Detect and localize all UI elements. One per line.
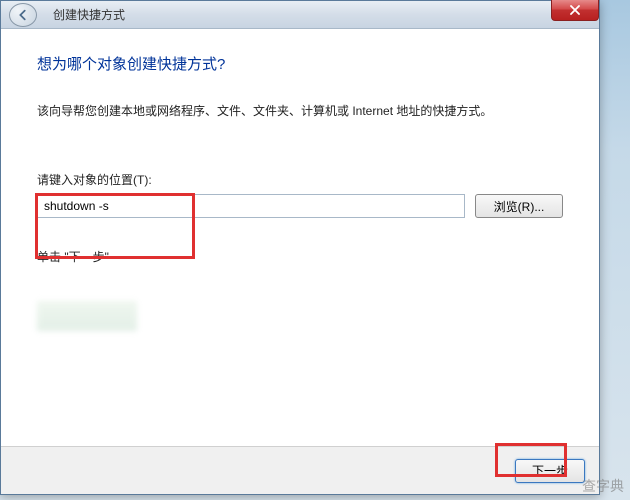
- titlebar: 创建快捷方式: [1, 1, 599, 29]
- browse-button[interactable]: 浏览(R)...: [475, 194, 563, 218]
- button-bar: 下一步: [1, 446, 599, 494]
- content-area: 想为哪个对象创建快捷方式? 该向导帮您创建本地或网络程序、文件、文件夹、计算机或…: [1, 29, 599, 446]
- blurred-region: [37, 301, 137, 331]
- next-button[interactable]: 下一步: [515, 459, 585, 483]
- input-row: 浏览(R)...: [37, 194, 563, 218]
- close-button[interactable]: [551, 0, 599, 21]
- hint-text: 单击 "下一步": [37, 248, 563, 265]
- back-button[interactable]: [9, 3, 37, 27]
- arrow-left-icon: [16, 8, 30, 22]
- close-icon: [569, 5, 581, 15]
- location-label: 请键入对象的位置(T):: [37, 171, 563, 188]
- page-heading: 想为哪个对象创建快捷方式?: [37, 53, 563, 74]
- window-title: 创建快捷方式: [53, 6, 125, 23]
- description-text: 该向导帮您创建本地或网络程序、文件、文件夹、计算机或 Internet 地址的快…: [37, 102, 563, 121]
- location-input[interactable]: [37, 194, 465, 218]
- wizard-window: 创建快捷方式 想为哪个对象创建快捷方式? 该向导帮您创建本地或网络程序、文件、文…: [0, 0, 600, 495]
